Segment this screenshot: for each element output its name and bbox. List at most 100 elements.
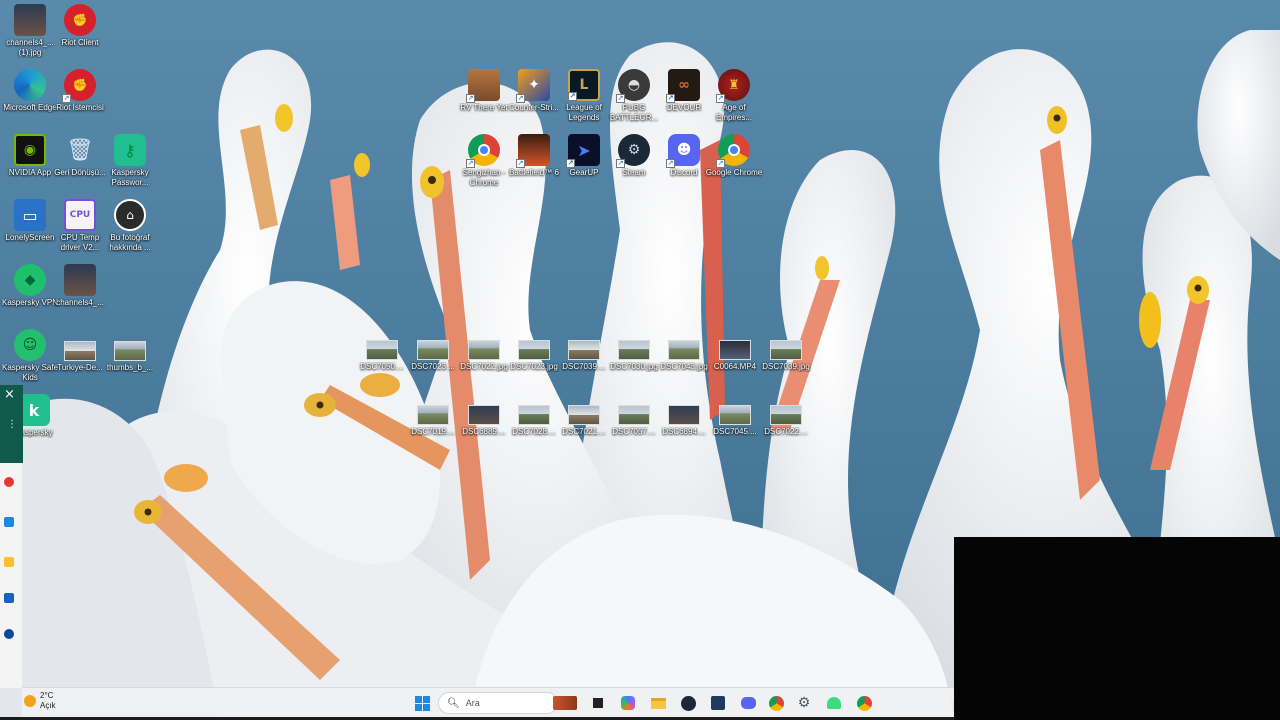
kaspersky-password-icon: ⚷ [114, 134, 146, 166]
windows-icon [414, 695, 430, 711]
search-icon: 🔍︎ [447, 697, 460, 709]
desktop-icon-riot-client[interactable]: ✊ Riot Client [50, 4, 110, 66]
app-icon[interactable] [4, 629, 14, 639]
devour-icon: ∞ ↗ [666, 69, 700, 103]
age-of-empires-icon: ♜ ↗ [716, 69, 750, 103]
app-icon[interactable] [4, 477, 14, 487]
nvidia-icon: ◉ [14, 134, 46, 166]
desktop-icon-label: Riot Client [61, 38, 99, 47]
copilot-icon [621, 696, 635, 710]
photo-icon [770, 340, 802, 360]
taskbar-vscode-button[interactable] [708, 693, 728, 713]
desktop-icon-label: thumbs_b_... [106, 363, 154, 372]
photo-icon [417, 405, 449, 425]
side-panel-tab[interactable]: × ⋮ [0, 385, 23, 463]
search-highlight-icon[interactable] [552, 693, 578, 713]
league-icon: L ↗ [568, 69, 600, 101]
discord-icon [740, 697, 756, 709]
desktop-icon-riot-istemcisi[interactable]: ✊ ↗ Riot İstemcisi [50, 69, 110, 131]
copilot-button[interactable] [618, 693, 638, 713]
steam-icon [680, 695, 696, 711]
taskbar-discord-button[interactable] [738, 693, 758, 713]
photo-person-icon [14, 4, 46, 36]
file-label: DSC7039.jpg [762, 362, 810, 371]
chrome-icon: ↗ [716, 134, 750, 168]
start-button[interactable] [412, 693, 432, 713]
photo-icon [770, 405, 802, 425]
steam-icon: ⚙ ↗ [616, 134, 650, 168]
chrome-icon: ↗ [466, 134, 500, 168]
black-overlay [954, 537, 1280, 720]
more-icon[interactable]: ⋮ [7, 419, 17, 430]
video-icon [719, 340, 751, 360]
desktop-icon-label: Google Chrome [705, 168, 763, 177]
task-view-icon [593, 698, 603, 708]
photo-icon [618, 340, 650, 360]
weather-desc: Açık [40, 701, 56, 710]
photo-icon [618, 405, 650, 425]
folder-icon [650, 697, 666, 709]
taskbar-steam-button[interactable] [678, 693, 698, 713]
side-panel-edge [0, 463, 22, 688]
desktop-icon-google-chrome[interactable]: ↗ Google Chrome [704, 134, 764, 196]
desktop-icon-kaspersky-password[interactable]: ⚷ Kaspersky Passwor... [100, 134, 160, 196]
pubg-icon: ◓ ↗ [616, 69, 650, 103]
desktop-file-photo[interactable]: DSC7022.... [756, 399, 816, 461]
photo-icon [568, 340, 600, 360]
desktop-icon-label: Kaspersky Passwor... [111, 168, 149, 187]
photo-icon [668, 405, 700, 425]
kaspersky-safekids-icon: ☺ [14, 329, 46, 361]
app-icon[interactable] [4, 517, 14, 527]
file-explorer-button[interactable] [648, 693, 668, 713]
weather-widget[interactable]: 2°C Açık [24, 691, 56, 711]
battlefield-icon: ↗ [516, 134, 550, 168]
photo-person-icon [64, 264, 96, 296]
photo-icon [114, 341, 146, 361]
kaspersky-vpn-icon: ◆ [14, 264, 46, 296]
desktop-icon-thumbs-photo[interactable]: thumbs_b_... [100, 335, 160, 397]
desktop-icon-label: Age of Empires... [715, 103, 752, 122]
cpu-icon: CPU [64, 199, 96, 231]
desktop-icon-photo-info[interactable]: ⌂ Bu fotoğraf hakkında ... [100, 199, 160, 261]
desktop-icon-age-of-empires[interactable]: ♜ ↗ Age of Empires... [704, 69, 764, 131]
desktop-icon-channels-photo-2[interactable]: channels4_... [50, 264, 110, 326]
taskbar: 2°C Açık 🔍︎ Ara ⚙ [22, 687, 954, 717]
recycle-bin-icon: 🗑 [66, 137, 94, 163]
file-label: DSC7022.... [764, 427, 808, 436]
search-box[interactable]: 🔍︎ Ara [438, 692, 558, 714]
desktop-icon-label: Bu fotoğraf hakkında ... [109, 233, 151, 252]
info-icon: ⌂ [114, 199, 146, 231]
photo-icon [518, 405, 550, 425]
chrome-icon [856, 695, 872, 711]
photo-icon [468, 340, 500, 360]
taskbar-android-button[interactable] [824, 693, 844, 713]
desktop-file-photo[interactable]: DSC7039.jpg [756, 334, 816, 396]
weather-temp: 2°C [40, 691, 54, 700]
photo-icon [668, 340, 700, 360]
photo-icon [366, 340, 398, 360]
search-placeholder: Ara [465, 698, 480, 708]
taskbar-chrome-button[interactable] [766, 693, 786, 713]
code-editor-icon [711, 696, 725, 710]
taskbar-settings-button[interactable]: ⚙ [794, 693, 814, 713]
app-icon[interactable] [4, 557, 14, 567]
gearup-icon: ➤ ↗ [566, 134, 600, 168]
app-icon[interactable] [4, 593, 14, 603]
task-view-button[interactable] [588, 693, 608, 713]
close-icon[interactable]: × [4, 387, 15, 402]
photo-icon [568, 405, 600, 425]
edge-icon [14, 69, 46, 101]
riot-icon: ✊ [64, 4, 96, 36]
rv-game-icon: ↗ [466, 69, 500, 103]
photo-icon [468, 405, 500, 425]
chrome-icon [768, 695, 784, 711]
taskbar-chrome-active-button[interactable] [854, 693, 874, 713]
monitor-icon: ▭ [14, 199, 46, 231]
desktop-icon-label: Riot İstemcisi [56, 103, 104, 112]
photo-icon [417, 340, 449, 360]
gear-icon: ⚙ [797, 695, 811, 711]
photo-icon [518, 340, 550, 360]
riot-icon: ✊ ↗ [62, 69, 96, 103]
discord-icon: ☻ ↗ [666, 134, 700, 168]
photo-icon [719, 405, 751, 425]
